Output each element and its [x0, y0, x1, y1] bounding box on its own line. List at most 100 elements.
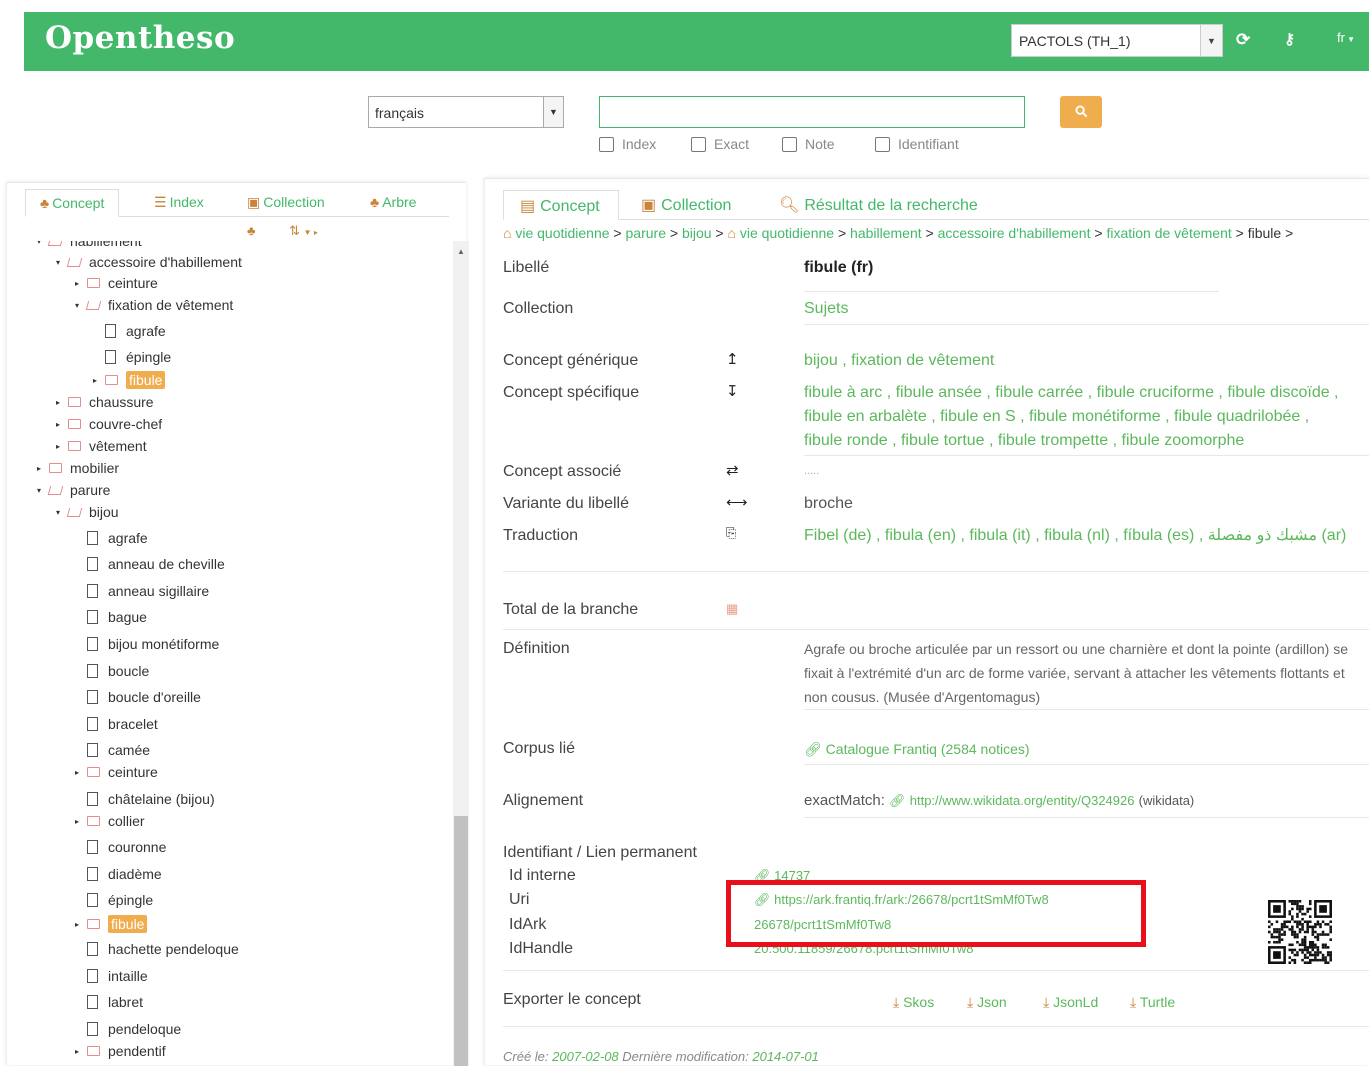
tree-node-label[interactable]: épingle — [126, 349, 171, 365]
tree-node[interactable]: intaille — [75, 968, 148, 984]
search-input[interactable] — [599, 96, 1025, 128]
tree-node-label[interactable]: pendentif — [108, 1043, 166, 1059]
scrollbar-thumb[interactable] — [454, 816, 468, 1066]
tree-node-label[interactable]: ceinture — [108, 275, 158, 291]
tree-node[interactable]: ▾ fixation de vêtement — [75, 297, 233, 313]
caret-right-icon[interactable]: ▸ — [37, 464, 49, 473]
tree-node-label[interactable]: boucle d'oreille — [108, 689, 201, 705]
tree-node[interactable]: ▾ parure — [37, 482, 110, 498]
tree-node[interactable]: bague — [75, 609, 147, 625]
tree-node[interactable]: ▾ bijou — [56, 504, 119, 520]
tree-node[interactable]: couronne — [75, 839, 166, 855]
tree-node-label[interactable]: anneau sigillaire — [108, 583, 209, 599]
tree-node[interactable]: ▾ accessoire d'habillement — [56, 254, 242, 270]
tree-node-label[interactable]: fibule — [108, 915, 148, 933]
tree-node[interactable]: diadème — [75, 866, 162, 882]
tree-node-label[interactable]: bague — [108, 609, 147, 625]
tree-node[interactable]: ▸ collier — [75, 813, 145, 829]
tree-node-label[interactable]: boucle — [108, 663, 149, 679]
tree-node[interactable]: ▾ habillement — [37, 241, 142, 249]
checkbox-box[interactable] — [599, 136, 614, 152]
tree-node-label[interactable]: fibule — [126, 371, 166, 389]
tree-node[interactable]: épingle — [93, 349, 171, 365]
specifique-links[interactable]: fibule à arc , fibule ansée , fibule car… — [804, 381, 1339, 453]
tree-node[interactable]: bracelet — [75, 716, 158, 732]
tree-node[interactable]: ▸ ceinture — [75, 764, 158, 780]
checkbox-box[interactable] — [691, 136, 706, 152]
tree-node-label[interactable]: bracelet — [108, 716, 158, 732]
thesaurus-select[interactable]: PACTOLS (TH_1) ▼ — [1011, 24, 1223, 57]
tree-node[interactable]: ▸ vêtement — [56, 438, 147, 454]
breadcrumb-item[interactable]: habillement — [850, 225, 922, 241]
caret-right-icon[interactable]: ▸ — [75, 768, 87, 777]
option-exact-checkbox[interactable]: Exact — [691, 136, 749, 152]
tree-node-label[interactable]: anneau de cheville — [108, 556, 225, 572]
tree-node-label[interactable]: mobilier — [70, 460, 119, 476]
tree-node-label[interactable]: habillement — [70, 241, 142, 249]
tree-node[interactable]: ▸ couvre-chef — [56, 416, 162, 432]
checkbox-box[interactable] — [875, 136, 890, 152]
tree-node-label[interactable]: hachette pendeloque — [108, 941, 239, 957]
tree-node[interactable]: agrafe — [75, 530, 148, 546]
traduction-links[interactable]: Fibel (de) , fibula (en) , fibula (it) ,… — [804, 524, 1346, 548]
option-index-checkbox[interactable]: Index — [599, 136, 656, 152]
tree-node-label[interactable]: labret — [108, 994, 143, 1010]
corpus-link[interactable]: 🔗︎ Catalogue Frantiq (2584 notices) — [804, 737, 1030, 761]
tree-node-label[interactable]: vêtement — [89, 438, 147, 454]
tree-node[interactable]: anneau sigillaire — [75, 583, 209, 599]
tab-collection-left[interactable]: ▣ Collection — [247, 189, 325, 217]
tree-node-label[interactable]: agrafe — [108, 530, 148, 546]
collection-link[interactable]: Sujets — [804, 297, 848, 321]
key-icon[interactable]: ⚷ — [1284, 30, 1295, 48]
home-icon[interactable]: ⌂ — [728, 225, 736, 241]
tree-node-label[interactable]: camée — [108, 742, 150, 758]
tab-collection[interactable]: ▣ Collection — [641, 190, 731, 220]
export-turtle-button[interactable]: ⤓ Turtle — [1130, 994, 1175, 1011]
caret-right-icon[interactable]: ▸ — [56, 420, 68, 429]
hierarchy-icon[interactable]: ♣ — [247, 223, 256, 238]
breadcrumb-item[interactable]: fixation de vêtement — [1106, 225, 1231, 241]
chevron-down-icon[interactable]: ▼ — [1200, 24, 1223, 57]
tree-node[interactable]: labret — [75, 994, 143, 1010]
tree-node-label[interactable]: ceinture — [108, 764, 158, 780]
home-icon[interactable]: ⌂ — [503, 225, 511, 241]
tab-concept-left[interactable]: ♣ Concept — [25, 189, 120, 217]
tree-node-label[interactable]: épingle — [108, 892, 153, 908]
breadcrumb-item[interactable]: vie quotidienne — [740, 225, 834, 241]
tree-node[interactable]: ▸ fibule — [75, 915, 148, 933]
wikidata-link[interactable]: http://www.wikidata.org/entity/Q324926 — [910, 793, 1135, 808]
tab-index-left[interactable]: ☰ Index — [154, 189, 204, 217]
tree-node[interactable]: anneau de cheville — [75, 556, 225, 572]
tree-node[interactable]: châtelaine (bijou) — [75, 791, 215, 807]
scroll-up-icon[interactable]: ▲ — [457, 247, 465, 256]
tree-node[interactable]: boucle d'oreille — [75, 689, 201, 705]
caret-right-icon[interactable]: ▸ — [75, 1047, 87, 1056]
tree-node-label[interactable]: accessoire d'habillement — [89, 254, 242, 270]
tree-node-label[interactable]: chaussure — [89, 394, 154, 410]
option-note-checkbox[interactable]: Note — [782, 136, 835, 152]
tree-node-label[interactable]: bijou monétiforme — [108, 636, 219, 652]
tree-node-label[interactable]: diadème — [108, 866, 162, 882]
calculator-icon[interactable]: ▦ — [726, 601, 738, 617]
search-language-select[interactable]: français ▼ — [368, 96, 564, 128]
breadcrumb-item[interactable]: bijou — [682, 225, 712, 241]
tree-node[interactable]: ▸ chaussure — [56, 394, 154, 410]
tree-node[interactable]: hachette pendeloque — [75, 941, 239, 957]
tree-scrollbar[interactable]: ▲ — [453, 241, 469, 1066]
caret-right-icon[interactable]: ▸ — [56, 442, 68, 451]
refresh-icon[interactable]: ⟳ — [1236, 30, 1250, 50]
breadcrumb-item[interactable]: parure — [626, 225, 666, 241]
language-menu[interactable]: fr ▼ — [1337, 30, 1355, 45]
app-logo[interactable]: Opentheso — [45, 20, 235, 56]
sort-icon[interactable]: ⇅ ▼ ▸ — [289, 223, 318, 238]
tree-node-label[interactable]: couvre-chef — [89, 416, 162, 432]
option-identifiant-checkbox[interactable]: Identifiant — [875, 136, 959, 152]
export-skos-button[interactable]: ⤓ Skos — [893, 994, 934, 1011]
tab-arbre-left[interactable]: ♣ Arbre — [370, 189, 416, 217]
caret-right-icon[interactable]: ▸ — [75, 920, 87, 929]
tree-node[interactable]: ▸ mobilier — [37, 460, 119, 476]
qr-code[interactable] — [1268, 900, 1332, 964]
tab-concept[interactable]: ▤ Concept — [503, 190, 619, 220]
tree-node-label[interactable]: parure — [70, 482, 110, 498]
tree-node[interactable]: pendeloque — [75, 1021, 181, 1037]
